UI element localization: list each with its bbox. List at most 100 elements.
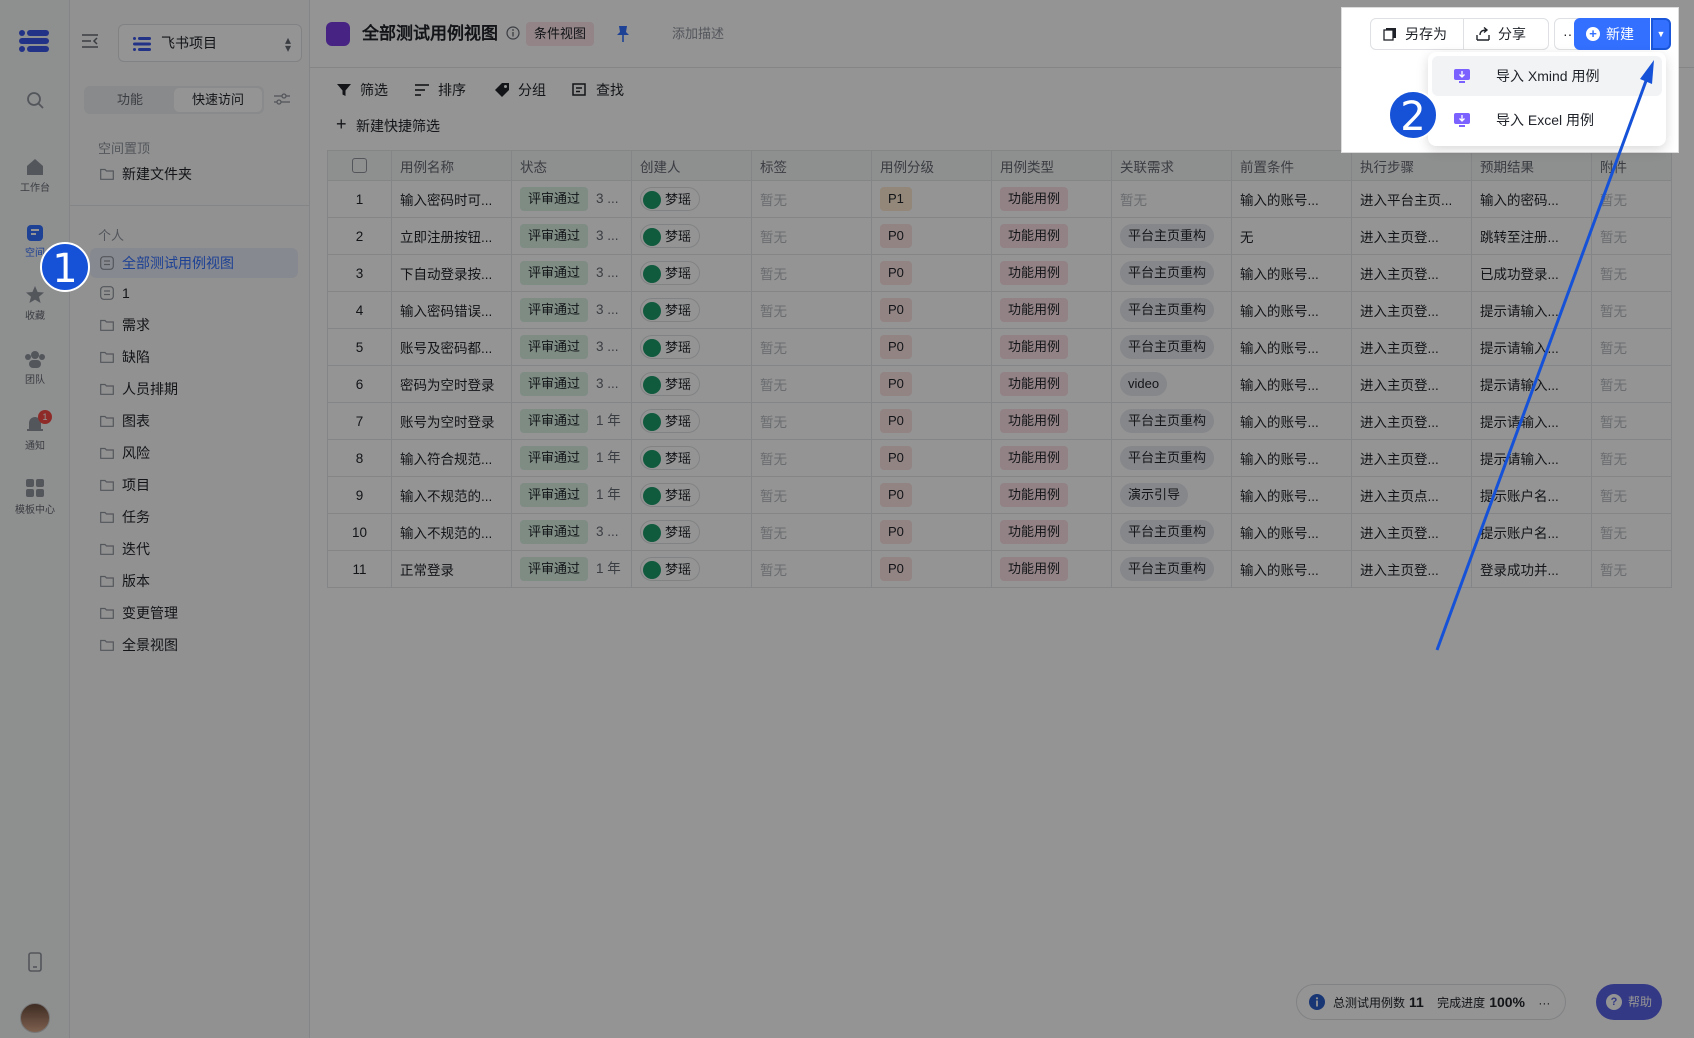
filter-button[interactable]: 筛选: [336, 80, 388, 100]
table-row[interactable]: 4 输入密码错误... 评审通过 3 ... 梦瑶 暂无 P0 功能用例 平台主页重构 输入的账号…: [327, 291, 1672, 329]
requirement-pill[interactable]: 平台主页重构: [1120, 409, 1215, 433]
column-header[interactable]: 附件: [1591, 150, 1672, 181]
column-header[interactable]: 标签: [751, 150, 872, 181]
cell-name[interactable]: 输入密码时可...: [391, 180, 512, 218]
cell-steps[interactable]: 进入主页登...: [1351, 365, 1472, 403]
column-header[interactable]: 状态: [511, 150, 632, 181]
cell-attachment[interactable]: 暂无: [1591, 217, 1672, 255]
table-row[interactable]: 2 立即注册按钮... 评审通过 3 ... 梦瑶 暂无 P0 功能用例 平台主页重构无进入主页…: [327, 217, 1672, 255]
share-button[interactable]: 分享: [1463, 18, 1549, 50]
requirement-pill[interactable]: 平台主页重构: [1120, 298, 1215, 322]
cell-precondition[interactable]: 输入的账号...: [1231, 254, 1352, 292]
cell-attachment[interactable]: 暂无: [1591, 550, 1672, 588]
column-header[interactable]: 前置条件: [1231, 150, 1352, 181]
menu-item-import-excel[interactable]: 导入 Excel 用例: [1432, 100, 1662, 140]
level-pill[interactable]: P0: [880, 224, 912, 248]
cell-steps[interactable]: 进入主页登...: [1351, 217, 1472, 255]
sidebar-item-versions[interactable]: 版本: [90, 566, 298, 596]
cell-steps[interactable]: 进入主页点...: [1351, 476, 1472, 514]
cell-name[interactable]: 账号及密码都...: [391, 328, 512, 366]
column-header[interactable]: 用例名称: [391, 150, 512, 181]
new-quick-filter-button[interactable]: + 新建快捷筛选: [336, 114, 440, 136]
column-header[interactable]: 关联需求: [1111, 150, 1232, 181]
cell-expected[interactable]: 提示账户名...: [1471, 513, 1592, 551]
cell-steps[interactable]: 进入主页登...: [1351, 291, 1472, 329]
table-row[interactable]: 1 输入密码时可... 评审通过 3 ... 梦瑶 暂无 P1 功能用例 暂无 输入的账号... 进…: [327, 180, 1672, 218]
user-chip[interactable]: 梦瑶: [640, 446, 701, 470]
table-row[interactable]: 6 密码为空时登录 评审通过 3 ... 梦瑶 暂无 P0 功能用例 video 输入的账号...…: [327, 365, 1672, 403]
table-row[interactable]: 9 输入不规范的... 评审通过 1 年 梦瑶 暂无 P0 功能用例 演示引导 输入的账号... 进…: [327, 476, 1672, 514]
cell-name[interactable]: 输入密码错误...: [391, 291, 512, 329]
status-pill[interactable]: 评审通过: [520, 224, 589, 248]
sidebar-item-all-testcases[interactable]: 全部测试用例视图: [90, 248, 298, 278]
user-chip[interactable]: 梦瑶: [640, 224, 701, 248]
sidebar-item-projects[interactable]: 项目: [90, 470, 298, 500]
status-pill[interactable]: 评审通过: [520, 261, 589, 285]
cell-attachment[interactable]: 暂无: [1591, 439, 1672, 477]
cell-tag[interactable]: 暂无: [751, 217, 872, 255]
sidebar-item-view-1[interactable]: 1: [90, 278, 298, 308]
menu-item-import-xmind[interactable]: 导入 Xmind 用例: [1432, 56, 1662, 96]
status-pill[interactable]: 评审通过: [520, 446, 589, 470]
rail-search[interactable]: [0, 90, 70, 113]
cell-name[interactable]: 账号为空时登录: [391, 402, 512, 440]
select-all-checkbox[interactable]: [352, 158, 367, 174]
requirement-pill[interactable]: video: [1120, 372, 1168, 396]
cell-precondition[interactable]: 输入的账号...: [1231, 365, 1352, 403]
sidebar-item-defects[interactable]: 缺陷: [90, 342, 298, 372]
level-pill[interactable]: P0: [880, 372, 912, 396]
user-avatar[interactable]: [20, 1003, 50, 1033]
sidebar-item-iterations[interactable]: 迭代: [90, 534, 298, 564]
cell-steps[interactable]: 进入主页登...: [1351, 513, 1472, 551]
table-row[interactable]: 8 输入符合规范... 评审通过 1 年 梦瑶 暂无 P0 功能用例 平台主页重构 输入的账号..…: [327, 439, 1672, 477]
cell-name[interactable]: 密码为空时登录: [391, 365, 512, 403]
cell-expected[interactable]: 提示请输入...: [1471, 402, 1592, 440]
user-chip[interactable]: 梦瑶: [640, 483, 701, 507]
new-dropdown-toggle[interactable]: ▼: [1651, 18, 1671, 50]
type-pill[interactable]: 功能用例: [1000, 483, 1069, 507]
user-chip[interactable]: 梦瑶: [640, 298, 701, 322]
rail-templates[interactable]: 模板中心: [0, 478, 70, 516]
sidebar-item-charts[interactable]: 图表: [90, 406, 298, 436]
sidebar-item-requirements[interactable]: 需求: [90, 310, 298, 340]
cell-expected[interactable]: 提示账户名...: [1471, 476, 1592, 514]
project-switcher[interactable]: 飞书项目 ▴ ▾: [118, 24, 302, 62]
rail-notifications[interactable]: 1 通知: [0, 410, 70, 452]
cell-tag[interactable]: 暂无: [751, 328, 872, 366]
cell-attachment[interactable]: 暂无: [1591, 328, 1672, 366]
level-pill[interactable]: P0: [880, 557, 912, 581]
type-pill[interactable]: 功能用例: [1000, 557, 1069, 581]
type-pill[interactable]: 功能用例: [1000, 446, 1069, 470]
pin-icon[interactable]: [616, 25, 630, 43]
cell-precondition[interactable]: 输入的账号...: [1231, 439, 1352, 477]
level-pill[interactable]: P0: [880, 409, 912, 433]
status-pill[interactable]: 评审通过: [520, 335, 589, 359]
sidebar-item-scheduling[interactable]: 人员排期: [90, 374, 298, 404]
cell-attachment[interactable]: 暂无: [1591, 476, 1672, 514]
cell-expected[interactable]: 已成功登录...: [1471, 254, 1592, 292]
collapse-sidebar-icon[interactable]: [82, 34, 98, 48]
cell-attachment[interactable]: 暂无: [1591, 513, 1672, 551]
type-pill[interactable]: 功能用例: [1000, 372, 1069, 396]
cell-expected[interactable]: 登录成功并...: [1471, 550, 1592, 588]
sidebar-item-change-mgmt[interactable]: 变更管理: [90, 598, 298, 628]
cell-steps[interactable]: 进入主页登...: [1351, 254, 1472, 292]
rail-workbench[interactable]: 工作台: [0, 158, 70, 194]
status-pill[interactable]: 评审通过: [520, 409, 589, 433]
cell-steps[interactable]: 进入主页登...: [1351, 550, 1472, 588]
sidebar-item-new-folder[interactable]: 新建文件夹: [90, 159, 298, 189]
cell-steps[interactable]: 进入主页登...: [1351, 328, 1472, 366]
level-pill[interactable]: P0: [880, 483, 912, 507]
cell-tag[interactable]: 暂无: [751, 180, 872, 218]
cell-steps[interactable]: 进入平台主页...: [1351, 180, 1472, 218]
table-row[interactable]: 10 输入不规范的... 评审通过 3 ... 梦瑶 暂无 P0 功能用例 平台主页重构 输入的账…: [327, 513, 1672, 551]
table-row[interactable]: 5 账号及密码都... 评审通过 3 ... 梦瑶 暂无 P0 功能用例 平台主页重构 输入的账号…: [327, 328, 1672, 366]
status-pill[interactable]: 评审通过: [520, 187, 589, 211]
column-header[interactable]: 执行步骤: [1351, 150, 1472, 181]
save-as-button[interactable]: 另存为: [1370, 18, 1464, 50]
cell-name[interactable]: 输入符合规范...: [391, 439, 512, 477]
cell-steps[interactable]: 进入主页登...: [1351, 439, 1472, 477]
cell-precondition[interactable]: 输入的账号...: [1231, 328, 1352, 366]
cell-tag[interactable]: 暂无: [751, 476, 872, 514]
cell-expected[interactable]: 提示请输入...: [1471, 291, 1592, 329]
